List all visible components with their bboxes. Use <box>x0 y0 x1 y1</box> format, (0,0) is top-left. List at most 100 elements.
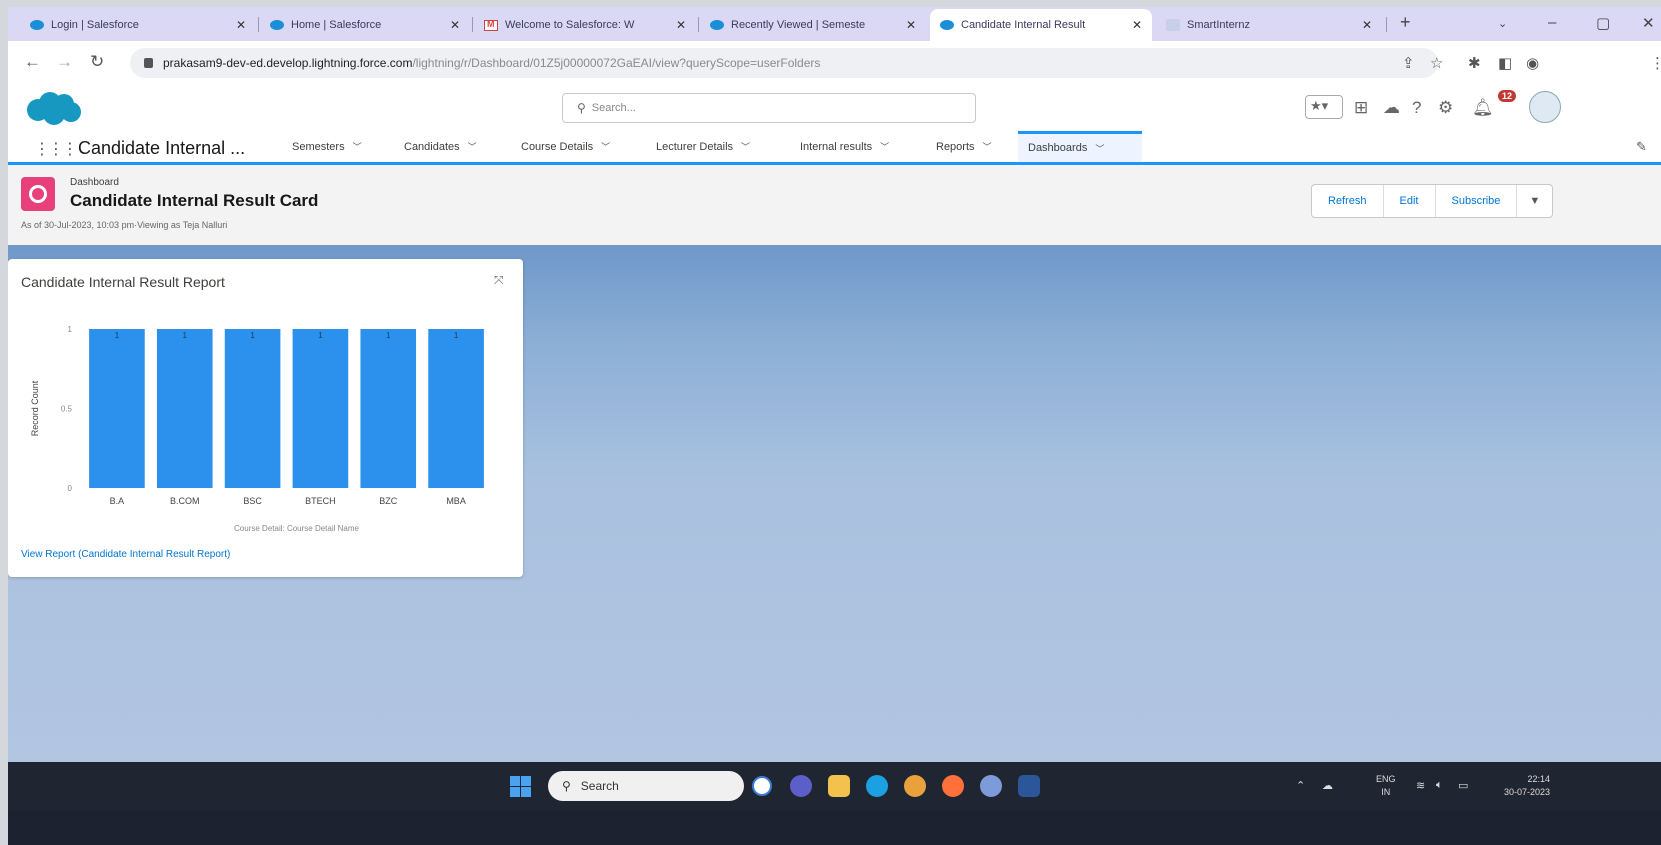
clock-time: 22:14 <box>1527 774 1551 784</box>
more-actions-chevron-icon[interactable]: ▼ <box>1517 185 1552 217</box>
setup-gear-icon[interactable]: ⚙ <box>1438 98 1453 118</box>
x-axis-label: Course Detail: Course Detail Name <box>234 524 359 533</box>
notifications-bell-icon[interactable]: 🔔︎ <box>1472 98 1494 118</box>
tray-overflow-chevron-icon[interactable]: ⌃ <box>1296 779 1305 792</box>
nav-item-label: Semesters <box>292 140 345 153</box>
new-tab-button[interactable]: + <box>1400 12 1411 33</box>
component-title: Candidate Internal Result Report <box>21 274 225 290</box>
browser-tab[interactable]: Welcome to Salesforce: W ✕ <box>474 9 696 41</box>
y-tick-label: 0 <box>68 484 73 493</box>
bookmark-star-icon[interactable]: ☆ <box>1430 54 1443 72</box>
tab-search-icon[interactable]: ⌄ <box>1498 17 1507 30</box>
close-icon[interactable]: ✕ <box>676 18 686 32</box>
edge-browser-icon[interactable] <box>866 775 888 797</box>
clock[interactable]: 22:14 30-07-2023 <box>1504 773 1550 799</box>
subscribe-button[interactable]: Subscribe <box>1436 185 1518 217</box>
chevron-down-icon[interactable]: ﹀ <box>601 140 610 153</box>
wifi-icon[interactable]: ≋ <box>1416 779 1425 792</box>
as-of-timestamp: As of 30-Jul-2023, 10:03 pm·Viewing as T… <box>21 220 228 230</box>
side-panel-icon[interactable]: ◧ <box>1498 54 1512 72</box>
x-tick-label: BTECH <box>305 496 336 506</box>
chevron-down-icon[interactable]: ﹀ <box>880 140 889 153</box>
restore-icon[interactable]: ▢ <box>1596 14 1610 32</box>
firefox-icon[interactable] <box>942 775 964 797</box>
close-icon[interactable]: ✕ <box>906 18 916 32</box>
chart-bar <box>428 329 484 488</box>
app-launcher-icon[interactable]: ⋮⋮⋮ <box>34 139 78 159</box>
back-icon[interactable]: ← <box>24 52 41 72</box>
close-icon[interactable]: ✕ <box>1362 18 1372 32</box>
address-bar[interactable]: prakasam9-dev-ed.develop.lightning.force… <box>130 48 1438 78</box>
close-icon[interactable]: ✕ <box>450 18 460 32</box>
chevron-down-icon[interactable]: ﹀ <box>468 140 477 153</box>
salesforce-cloud-icon <box>30 20 44 30</box>
share-icon[interactable]: ⇪ <box>1402 54 1415 72</box>
global-actions-icon[interactable]: ⊞ <box>1354 98 1368 118</box>
battery-icon[interactable]: ▭ <box>1458 779 1468 792</box>
onedrive-cloud-icon[interactable]: ☁ <box>1322 779 1333 792</box>
reload-icon[interactable]: ↻ <box>90 52 104 72</box>
minimize-icon[interactable]: – <box>1548 14 1556 31</box>
chrome-canary-icon[interactable] <box>980 775 1002 797</box>
chevron-down-icon[interactable]: ﹀ <box>983 140 992 153</box>
lock-icon <box>144 58 153 68</box>
view-report-link[interactable]: View Report (Candidate Internal Result R… <box>21 549 230 560</box>
menu-kebab-icon[interactable]: ⋮ <box>1650 54 1661 72</box>
file-explorer-icon[interactable] <box>828 775 850 797</box>
window-close-icon[interactable]: ✕ <box>1642 14 1655 32</box>
chart-bar <box>292 329 349 488</box>
volume-icon[interactable]: 🔈︎ <box>1436 779 1443 792</box>
language-indicator[interactable]: ENG IN <box>1376 773 1396 799</box>
close-icon[interactable]: ✕ <box>1132 18 1142 32</box>
bar-data-label: 1 <box>454 331 459 340</box>
chevron-down-icon[interactable]: ﹀ <box>353 140 362 153</box>
nav-item-dashboards[interactable]: Dashboards ﹀ <box>1018 131 1142 162</box>
chrome-icon[interactable] <box>904 775 926 797</box>
forward-icon[interactable]: → <box>56 52 73 72</box>
expand-icon[interactable]: ⤧ <box>494 273 504 288</box>
bing-icon[interactable] <box>752 776 772 796</box>
favorites-star-icon[interactable]: ★▾ <box>1305 95 1343 119</box>
nav-item-candidates[interactable]: Candidates ﹀ <box>394 131 487 162</box>
edit-nav-pencil-icon[interactable]: ✎ <box>1636 139 1647 155</box>
chevron-down-icon[interactable]: ﹀ <box>741 140 750 153</box>
y-tick-label: 0.5 <box>61 405 73 414</box>
y-axis-label: Record Count <box>30 380 40 436</box>
edit-button[interactable]: Edit <box>1384 185 1436 217</box>
close-icon[interactable]: ✕ <box>236 18 246 32</box>
notification-badge: 12 <box>1498 90 1517 102</box>
nav-item-lecturer-details[interactable]: Lecturer Details ﹀ <box>646 131 760 162</box>
trailhead-icon[interactable]: ☁ <box>1383 98 1400 118</box>
bar-data-label: 1 <box>250 331 255 340</box>
teams-chat-icon[interactable] <box>790 775 812 797</box>
salesforce-cloud-icon <box>710 20 724 30</box>
chart-bar <box>224 329 281 488</box>
extensions-icon[interactable]: ✱ <box>1468 54 1481 72</box>
windows-start-icon[interactable] <box>510 776 531 797</box>
screen: Login | Salesforce ✕ Home | Salesforce ✕… <box>8 7 1661 845</box>
word-icon[interactable] <box>1018 775 1040 797</box>
browser-tab[interactable]: Login | Salesforce ✕ <box>20 9 256 41</box>
region-code: IN <box>1381 787 1391 797</box>
profile-icon[interactable]: ◉ <box>1526 54 1539 72</box>
browser-tab[interactable]: SmartInternz ✕ <box>1156 9 1382 41</box>
nav-item-label: Reports <box>936 140 975 153</box>
nav-item-reports[interactable]: Reports ﹀ <box>926 131 1002 162</box>
refresh-button[interactable]: Refresh <box>1312 185 1384 217</box>
help-icon[interactable]: ? <box>1412 98 1421 118</box>
browser-tab[interactable]: Recently Viewed | Semeste ✕ <box>700 9 926 41</box>
chevron-down-icon[interactable]: ﹀ <box>1095 142 1104 155</box>
salesforce-logo-icon[interactable] <box>24 90 84 126</box>
browser-tab[interactable]: Home | Salesforce ✕ <box>260 9 470 41</box>
browser-tab-active[interactable]: Candidate Internal Result ✕ <box>930 9 1152 41</box>
taskbar-search-input[interactable]: ⚲ Search <box>548 771 744 801</box>
nav-item-label: Course Details <box>521 140 594 153</box>
tab-label: Candidate Internal Result <box>961 19 1086 31</box>
avatar[interactable] <box>1529 91 1561 123</box>
app-name: Candidate Internal ... <box>78 138 246 158</box>
nav-item-semesters[interactable]: Semesters ﹀ <box>282 131 372 162</box>
global-search-input[interactable]: ⚲ Search... <box>562 93 976 123</box>
nav-item-course-details[interactable]: Course Details ﹀ <box>511 131 620 162</box>
nav-item-internal-results[interactable]: Internal results ﹀ <box>790 131 899 162</box>
url-host: prakasam9-dev-ed.develop.lightning.force… <box>163 56 413 70</box>
